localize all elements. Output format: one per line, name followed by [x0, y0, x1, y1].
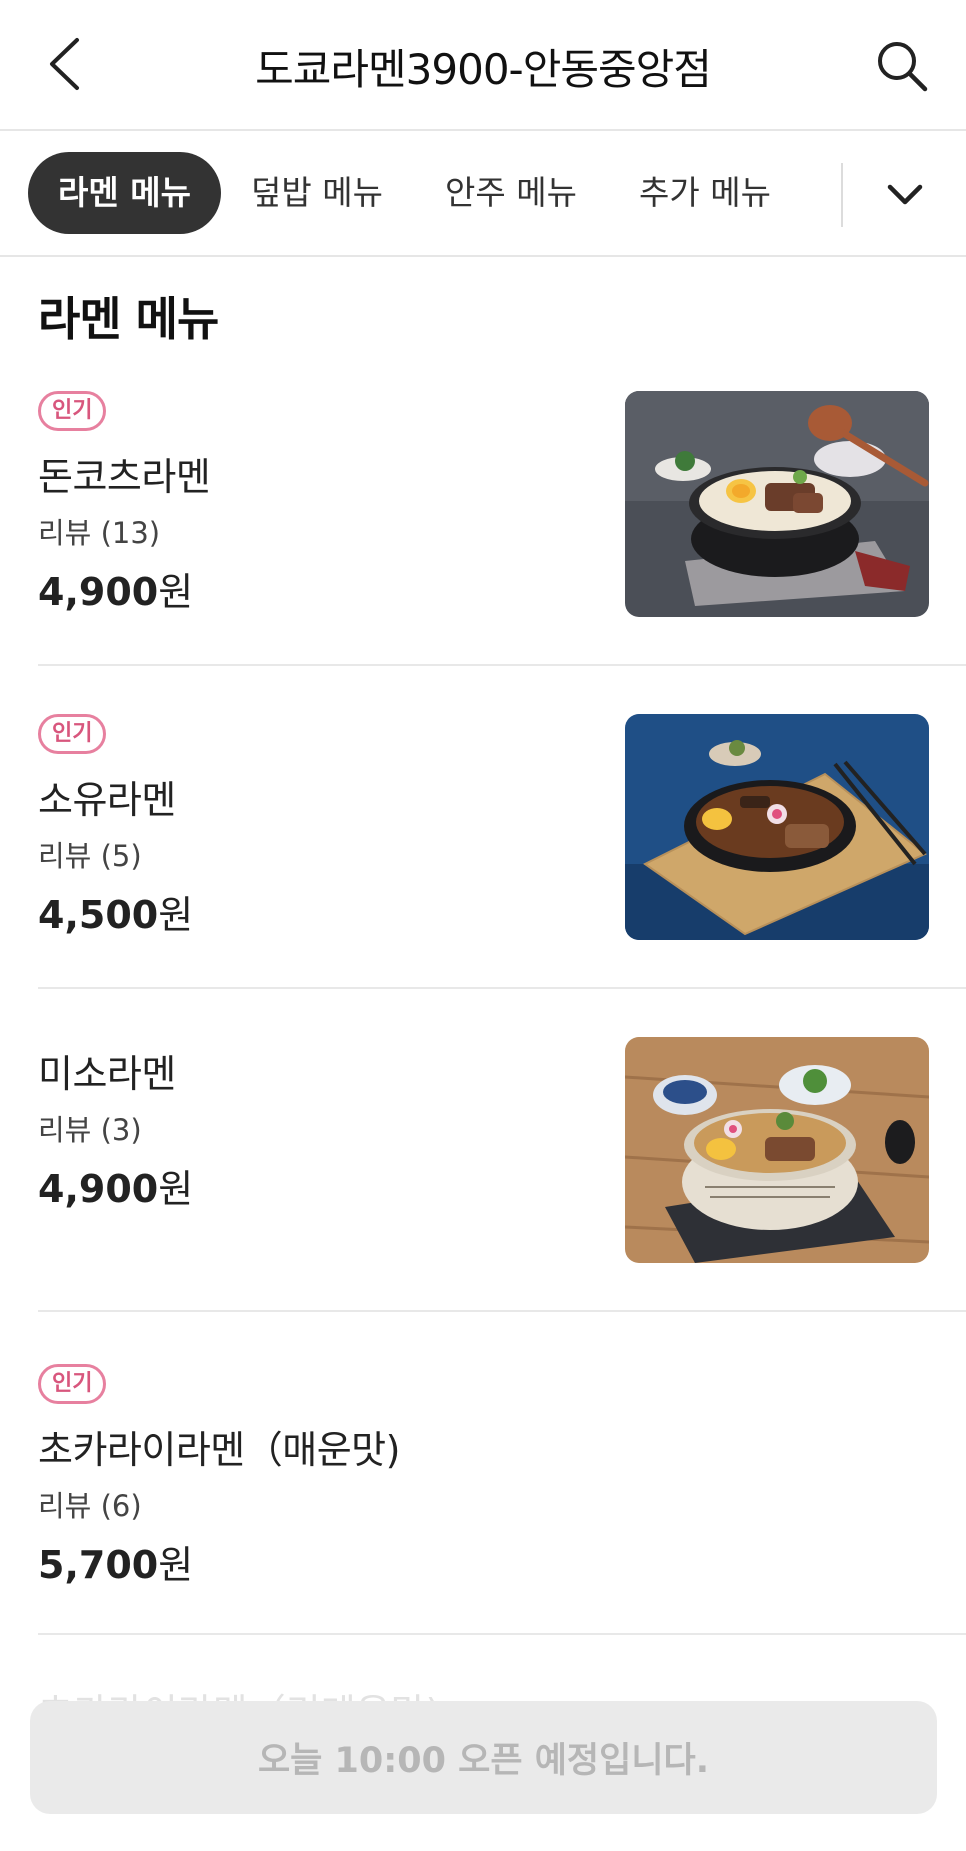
tab-ramen-menu[interactable]: 라멘 메뉴: [28, 152, 221, 234]
tabs-divider: [841, 163, 843, 227]
tab-rice-bowl-menu[interactable]: 덮밥 메뉴: [251, 152, 383, 234]
tabs-expand-button[interactable]: [870, 163, 940, 227]
chevron-down-icon: [887, 184, 923, 205]
app-header: 도쿄라멘3900-안동중앙점: [0, 0, 966, 131]
popular-badge: 인기: [38, 714, 107, 754]
back-button[interactable]: [38, 32, 90, 96]
category-tabs: 라멘 메뉴 덮밥 메뉴 안주 메뉴 추가 메뉴: [0, 133, 966, 257]
search-button[interactable]: [872, 36, 932, 96]
popular-badge: 인기: [38, 1364, 107, 1404]
menu-item-review-count: 리뷰 (5): [38, 839, 142, 873]
menu-item-review-count: 리뷰 (3): [38, 1113, 142, 1147]
opening-notice-button[interactable]: 오늘 10:00 오픈 예정입니다.: [30, 1701, 937, 1814]
menu-item-price: 4,900원: [38, 1167, 194, 1211]
tab-extra-menu[interactable]: 추가 메뉴: [639, 152, 771, 234]
menu-item[interactable]: 인기 돈코츠라멘 리뷰 (13) 4,900원: [0, 343, 966, 666]
menu-item-price: 5,700원: [38, 1543, 194, 1587]
item-divider: [38, 1633, 966, 1635]
tab-side-menu[interactable]: 안주 메뉴: [445, 152, 577, 234]
menu-item-review-count: 리뷰 (13): [38, 516, 161, 550]
menu-item[interactable]: 미소라멘 리뷰 (3) 4,900원: [0, 989, 966, 1312]
page-title: 도쿄라멘3900-안동중앙점: [255, 45, 712, 94]
menu-item-name: 돈코츠라멘: [38, 455, 211, 499]
shoyu-ramen-photo: [625, 714, 929, 940]
menu-item-name: 초카라이라멘（매운맛): [38, 1428, 400, 1472]
section-title: 라멘 메뉴: [38, 292, 219, 346]
menu-item[interactable]: 인기 소유라멘 리뷰 (5) 4,500원: [0, 666, 966, 989]
menu-item[interactable]: 인기 초카라이라멘（매운맛) 리뷰 (6) 5,700원: [0, 1312, 966, 1635]
menu-item-price: 4,900원: [38, 570, 194, 614]
chevron-left-icon: [50, 38, 79, 90]
menu-item-price: 4,500원: [38, 893, 194, 937]
miso-ramen-photo: [625, 1037, 929, 1263]
menu-item-review-count: 리뷰 (6): [38, 1489, 142, 1523]
menu-item-name: 소유라멘: [38, 778, 176, 822]
search-icon: [878, 42, 928, 92]
menu-item-name: 미소라멘: [38, 1052, 176, 1096]
popular-badge: 인기: [38, 391, 107, 431]
tonkotsu-ramen-photo: [625, 391, 929, 617]
